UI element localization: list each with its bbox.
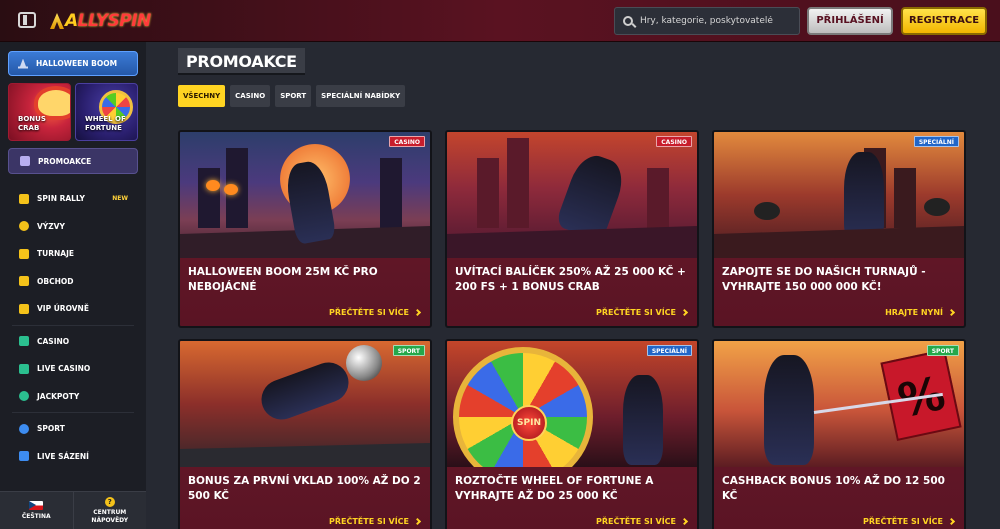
search-input[interactable] bbox=[639, 16, 799, 26]
register-button[interactable]: REGISTRACE bbox=[901, 7, 987, 35]
sidebar-promo-label: PROMOAKCE bbox=[38, 156, 92, 166]
sidebar-item-sport[interactable]: SPORT bbox=[0, 415, 146, 443]
sidebar-item-vip[interactable]: VIP ÚROVNĚ bbox=[0, 295, 146, 323]
medal-icon bbox=[19, 221, 29, 232]
spin-hub: SPIN bbox=[511, 405, 547, 441]
czech-flag-icon bbox=[29, 500, 44, 510]
promo-card-image: SPECIÁLNÍ bbox=[714, 132, 964, 258]
sidebar-item-live-casino[interactable]: LIVE CASINO bbox=[0, 355, 146, 383]
help-center-button[interactable]: ? CENTRUM NÁPOVĚDY bbox=[72, 492, 147, 529]
sidebar-item-live-sazeni[interactable]: LIVE SÁZENÍ bbox=[0, 443, 146, 471]
logo[interactable]: A LLYSPIN bbox=[50, 9, 151, 33]
chevron-right-icon bbox=[680, 308, 689, 317]
search-icon bbox=[623, 16, 633, 26]
category-badge: SPORT bbox=[926, 345, 959, 356]
chevron-right-icon bbox=[947, 308, 956, 317]
divider bbox=[12, 412, 134, 413]
read-more-link[interactable]: PŘEČTĚTE SI VÍCE bbox=[596, 308, 689, 317]
read-more-link[interactable]: PŘEČTĚTE SI VÍCE bbox=[329, 517, 422, 526]
promo-card-title: HALLOWEEN BOOM 25M KČ PRO NEBOJÁCNÉ bbox=[188, 266, 378, 293]
read-more-link[interactable]: PŘEČTĚTE SI VÍCE bbox=[329, 308, 422, 317]
tab-special-offers[interactable]: SPECIÁLNÍ NABÍDKY bbox=[316, 85, 406, 107]
category-badge: SPECIÁLNÍ bbox=[913, 136, 959, 147]
sidebar-halloween-label: HALLOWEEN BOOM bbox=[36, 59, 118, 68]
promo-card[interactable]: SPORT BONUS ZA PRVNÍ VKLAD 100% AŽ DO 2 … bbox=[178, 339, 432, 529]
tab-sport[interactable]: SPORT bbox=[275, 85, 312, 107]
login-button[interactable]: PŘIHLÁŠENÍ bbox=[807, 7, 893, 35]
tile-bonus-crab[interactable]: BONUS CRAB bbox=[8, 83, 71, 141]
category-badge: CASINO bbox=[656, 136, 692, 147]
promo-card-title: CASHBACK BONUS 10% AŽ DO 12 500 KČ bbox=[722, 475, 945, 502]
sidebar-item-vyzvy[interactable]: VÝZVY bbox=[0, 213, 146, 241]
top-header: A LLYSPIN PŘIHLÁŠENÍ REGISTRACE bbox=[0, 0, 1000, 42]
promo-card[interactable]: % SPORT CASHBACK BONUS 10% AŽ DO 12 500 … bbox=[712, 339, 966, 529]
ball-icon bbox=[19, 423, 29, 434]
promo-card-image: CASINO bbox=[180, 132, 430, 258]
promo-card-image: % SPORT bbox=[714, 341, 964, 467]
promo-card-title: UVÍTACÍ BALÍČEK 250% AŽ 25 000 KČ + 200 … bbox=[455, 266, 686, 293]
page-title: PROMOAKCE bbox=[178, 48, 305, 75]
category-badge: CASINO bbox=[389, 136, 425, 147]
promo-card-image: SPIN SPECIÁLNÍ bbox=[447, 341, 697, 467]
logo-mark-icon bbox=[50, 13, 64, 29]
live-tv-icon bbox=[19, 451, 29, 462]
chevron-right-icon bbox=[413, 517, 422, 526]
chevron-right-icon bbox=[680, 517, 689, 526]
sidebar-item-jackpoty[interactable]: JACKPOTY bbox=[0, 383, 146, 411]
tile-wheel-of-fortune[interactable]: WHEEL OF FORTUNE bbox=[75, 83, 138, 141]
witch-hat-icon bbox=[18, 58, 28, 69]
promo-card[interactable]: CASINO HALLOWEEN BOOM 25M KČ PRO NEBOJÁC… bbox=[178, 130, 432, 328]
language-selector[interactable]: ČEŠTINA bbox=[0, 492, 73, 529]
lightning-icon bbox=[19, 193, 29, 204]
promo-card-title: BONUS ZA PRVNÍ VKLAD 100% AŽ DO 2 500 KČ bbox=[188, 475, 421, 502]
diamond-icon bbox=[19, 303, 29, 314]
sidebar-item-obchod[interactable]: OBCHOD bbox=[0, 268, 146, 296]
sidebar-halloween-button[interactable]: HALLOWEEN BOOM bbox=[8, 51, 138, 76]
chevron-right-icon bbox=[413, 308, 422, 317]
promo-card[interactable]: SPECIÁLNÍ ZAPOJTE SE DO NAŠICH TURNAJŮ -… bbox=[712, 130, 966, 328]
category-badge: SPECIÁLNÍ bbox=[646, 345, 692, 356]
help-icon: ? bbox=[104, 496, 115, 507]
logo-text-first: A bbox=[65, 11, 78, 31]
live-dealer-icon bbox=[19, 363, 29, 374]
tile-bonus-crab-label: BONUS CRAB bbox=[18, 115, 46, 132]
chevron-right-icon bbox=[947, 517, 956, 526]
cart-icon bbox=[19, 276, 29, 287]
trophy-icon bbox=[19, 248, 29, 259]
sidebar-toggle-icon[interactable] bbox=[18, 12, 36, 28]
slot-icon bbox=[19, 336, 29, 347]
read-more-link[interactable]: PŘEČTĚTE SI VÍCE bbox=[596, 517, 689, 526]
tab-vsechny[interactable]: VŠECHNY bbox=[178, 85, 226, 107]
promo-card-title: ROZTOČTE WHEEL OF FORTUNE A VYHRAJTE AŽ … bbox=[455, 475, 654, 502]
category-badge: SPORT bbox=[392, 345, 425, 356]
play-now-link[interactable]: HRAJTE NYNÍ bbox=[885, 308, 956, 317]
logo-text-rest: LLYSPIN bbox=[77, 11, 152, 31]
sidebar-item-casino[interactable]: CASINO bbox=[0, 328, 146, 356]
sidebar-footer: ČEŠTINA ? CENTRUM NÁPOVĚDY bbox=[0, 491, 146, 529]
sidebar: HALLOWEEN BOOM BONUS CRAB WHEEL OF FORTU… bbox=[0, 42, 146, 529]
promo-card[interactable]: CASINO UVÍTACÍ BALÍČEK 250% AŽ 25 000 KČ… bbox=[445, 130, 699, 328]
promo-card-image: CASINO bbox=[447, 132, 697, 258]
promo-card[interactable]: SPIN SPECIÁLNÍ ROZTOČTE WHEEL OF FORTUNE… bbox=[445, 339, 699, 529]
read-more-link[interactable]: PŘEČTĚTE SI VÍCE bbox=[863, 517, 956, 526]
sidebar-item-promoakce[interactable]: PROMOAKCE bbox=[8, 148, 138, 174]
main-content: PROMOAKCE VŠECHNY CASINO SPORT SPECIÁLNÍ… bbox=[146, 42, 1000, 529]
gift-icon bbox=[20, 156, 30, 166]
crab-art bbox=[38, 90, 70, 116]
promo-card-image: SPORT bbox=[180, 341, 430, 467]
tab-casino[interactable]: CASINO bbox=[230, 85, 271, 107]
filter-tabs: VŠECHNY CASINO SPORT SPECIÁLNÍ NABÍDKY bbox=[178, 85, 406, 107]
promo-card-title: ZAPOJTE SE DO NAŠICH TURNAJŮ - VYHRAJTE … bbox=[722, 266, 926, 293]
sidebar-item-spin-rally[interactable]: SPIN RALLY NEW bbox=[0, 185, 146, 213]
search-box[interactable] bbox=[614, 7, 800, 35]
sidebar-nav-group-1: SPIN RALLY NEW VÝZVY TURNAJE OBCHOD VIP … bbox=[0, 185, 146, 470]
new-badge: NEW bbox=[112, 195, 128, 203]
tile-wheel-label: WHEEL OF FORTUNE bbox=[85, 115, 126, 132]
sidebar-item-turnaje[interactable]: TURNAJE bbox=[0, 240, 146, 268]
clover-icon bbox=[19, 391, 29, 402]
divider bbox=[12, 324, 134, 326]
